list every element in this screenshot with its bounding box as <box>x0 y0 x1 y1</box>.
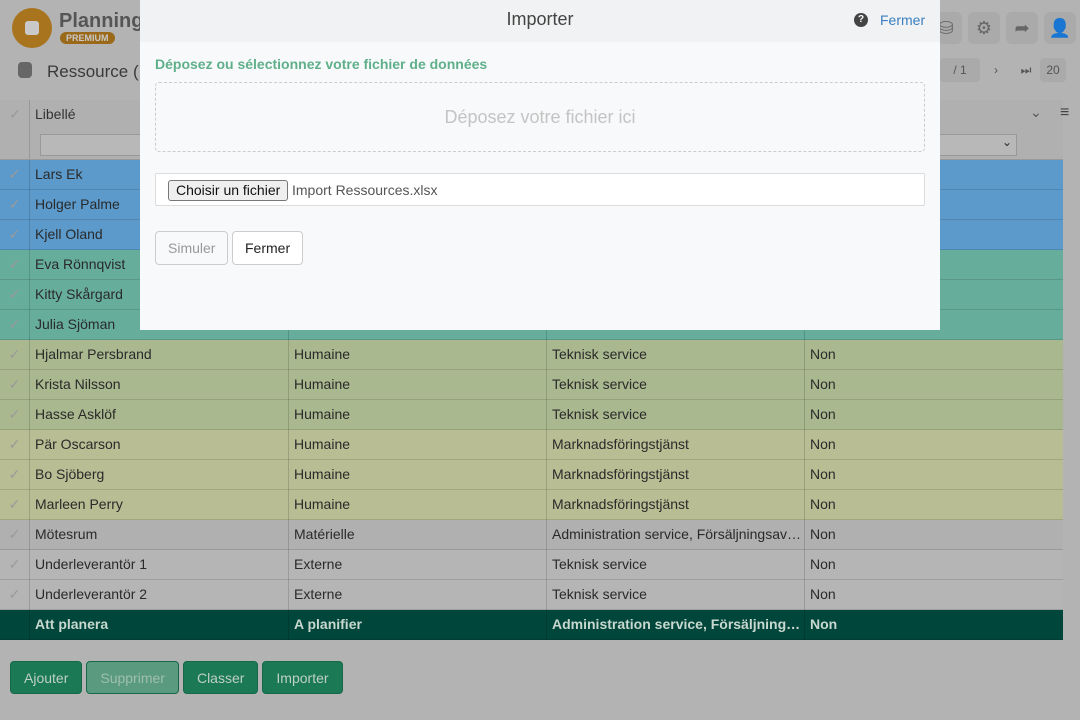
row-checkbox[interactable]: ✓ <box>0 340 29 370</box>
row-checkbox[interactable]: ✓ <box>0 580 29 610</box>
gear-icon[interactable]: ⚙ <box>968 12 1000 44</box>
dropzone[interactable]: Déposez votre fichier ici <box>155 82 925 152</box>
cell-type: Humaine <box>288 460 546 490</box>
row-checkbox[interactable]: ✓ <box>0 220 29 250</box>
import-dialog: Importer ? Fermer Déposez ou sélectionne… <box>140 0 940 330</box>
dialog-title: Importer <box>506 9 574 29</box>
row-checkbox[interactable]: ✓ <box>0 160 29 190</box>
cell-name: Att planera <box>29 610 288 640</box>
user-icon[interactable]: 👤 <box>1044 12 1076 44</box>
cell-type: Externe <box>288 580 546 610</box>
cell-service: Marknadsföringstjänst <box>546 490 804 520</box>
close-link[interactable]: Fermer <box>880 12 925 28</box>
chevron-down-icon[interactable]: ⌄ <box>1030 104 1042 121</box>
table-row[interactable]: ✓ Hjalmar Persbrand Humaine Teknisk service… <box>0 340 1063 370</box>
table-row[interactable]: ✓ Krista Nilsson Humaine Teknisk service Non <box>0 370 1063 400</box>
cell-service: Teknisk service <box>546 550 804 580</box>
table-row[interactable]: ✓ Mötesrum Matérielle Administration servic… <box>0 520 1063 550</box>
cell-name: Pär Oscarson <box>29 430 288 460</box>
cell-flag: Non <box>804 340 1062 370</box>
cell-service: Teknisk service <box>546 580 804 610</box>
cell-name: Mötesrum <box>29 520 288 550</box>
table-row[interactable]: ✓ Underleverantör 1 Externe Teknisk service… <box>0 550 1063 580</box>
cell-service: Administration service, Försäljningsavde… <box>546 610 804 640</box>
sort-button[interactable]: Classer <box>182 661 259 694</box>
cell-name: Underleverantör 1 <box>29 550 288 580</box>
choose-file-button[interactable]: Choisir un fichier <box>168 180 289 201</box>
cell-type: Externe <box>288 550 546 580</box>
cell-type: Humaine <box>288 370 546 400</box>
database-icon <box>18 62 32 78</box>
cell-flag: Non <box>804 430 1062 460</box>
next-page-button[interactable]: › <box>984 58 1008 82</box>
cell-service: Teknisk service <box>546 400 804 430</box>
logo <box>12 8 52 48</box>
share-icon[interactable]: ➦ <box>1006 12 1038 44</box>
row-checkbox[interactable]: ✓ <box>0 400 29 430</box>
cell-service: Administration service, Försäljningsavde… <box>546 520 804 550</box>
select-all-checkbox[interactable]: ✓ <box>9 106 21 123</box>
cell-flag: Non <box>804 460 1062 490</box>
row-checkbox[interactable]: ✓ <box>0 370 29 400</box>
column-header-libelle[interactable]: Libellé <box>35 106 75 122</box>
premium-badge: PREMIUM <box>60 32 115 44</box>
close-button[interactable]: Fermer <box>232 231 304 265</box>
row-checkbox[interactable]: ✓ <box>0 250 29 280</box>
cell-service: Teknisk service <box>546 340 804 370</box>
cell-name: Hjalmar Persbrand <box>29 340 288 370</box>
delete-button[interactable]: Supprimer <box>86 661 179 694</box>
cell-service: Teknisk service <box>546 370 804 400</box>
add-button[interactable]: Ajouter <box>10 661 83 694</box>
table-row[interactable]: ✓ Underleverantör 2 Externe Teknisk service… <box>0 580 1063 610</box>
table-row[interactable]: ✓ Bo Sjöberg Humaine Marknadsföringstjänst N… <box>0 460 1063 490</box>
cell-name: Hasse Asklöf <box>29 400 288 430</box>
cell-flag: Non <box>804 610 1062 640</box>
cell-type: Humaine <box>288 430 546 460</box>
row-checkbox[interactable]: ✓ <box>0 520 29 550</box>
cell-type: Matérielle <box>288 520 546 550</box>
cell-type: Humaine <box>288 340 546 370</box>
row-checkbox[interactable]: ✓ <box>0 460 29 490</box>
file-input[interactable]: Choisir un fichier Import Ressources.xls… <box>155 173 925 206</box>
cell-type: A planifier <box>288 610 546 640</box>
table-row[interactable]: ✓ Pär Oscarson Humaine Marknadsföringstjäns… <box>0 430 1063 460</box>
simulate-button[interactable]: Simuler <box>155 231 229 265</box>
cell-flag: Non <box>804 580 1062 610</box>
row-checkbox[interactable]: ✓ <box>0 550 29 580</box>
cell-type: Humaine <box>288 400 546 430</box>
cell-type: Humaine <box>288 490 546 520</box>
cell-flag: Non <box>804 520 1062 550</box>
table-row[interactable]: ✓ Hasse Asklöf Humaine Teknisk service Non <box>0 400 1063 430</box>
row-checkbox[interactable]: ✓ <box>0 280 29 310</box>
cell-service: Marknadsföringstjänst <box>546 460 804 490</box>
cell-flag: Non <box>804 370 1062 400</box>
row-checkbox[interactable] <box>0 610 29 640</box>
cell-name: Underleverantör 2 <box>29 580 288 610</box>
cell-name: Krista Nilsson <box>29 370 288 400</box>
last-page-button[interactable]: ⏭ <box>1014 58 1038 82</box>
menu-icon[interactable]: ≡ <box>1060 104 1069 122</box>
cell-service: Marknadsföringstjänst <box>546 430 804 460</box>
row-checkbox[interactable]: ✓ <box>0 430 29 460</box>
cell-name: Bo Sjöberg <box>29 460 288 490</box>
help-icon[interactable]: ? <box>854 13 868 27</box>
cell-flag: Non <box>804 550 1062 580</box>
row-checkbox[interactable]: ✓ <box>0 310 29 340</box>
file-name: Import Ressources.xlsx <box>292 182 438 198</box>
brand-name: Planning <box>59 10 144 32</box>
page-title: Ressource (1 <box>47 62 149 81</box>
cell-flag: Non <box>804 400 1062 430</box>
file-label: Déposez ou sélectionnez votre fichier de… <box>155 56 488 72</box>
row-checkbox[interactable]: ✓ <box>0 190 29 220</box>
row-checkbox[interactable]: ✓ <box>0 490 29 520</box>
table-row[interactable]: ✓ Marleen Perry Humaine Marknadsföringstjän… <box>0 490 1063 520</box>
table-row[interactable]: Att planera A planifier Administration ser… <box>0 610 1063 640</box>
page-count: / 1 <box>940 58 980 82</box>
cell-flag: Non <box>804 490 1062 520</box>
import-button[interactable]: Importer <box>262 661 343 694</box>
cell-name: Marleen Perry <box>29 490 288 520</box>
page-size[interactable]: 20 <box>1040 58 1066 82</box>
